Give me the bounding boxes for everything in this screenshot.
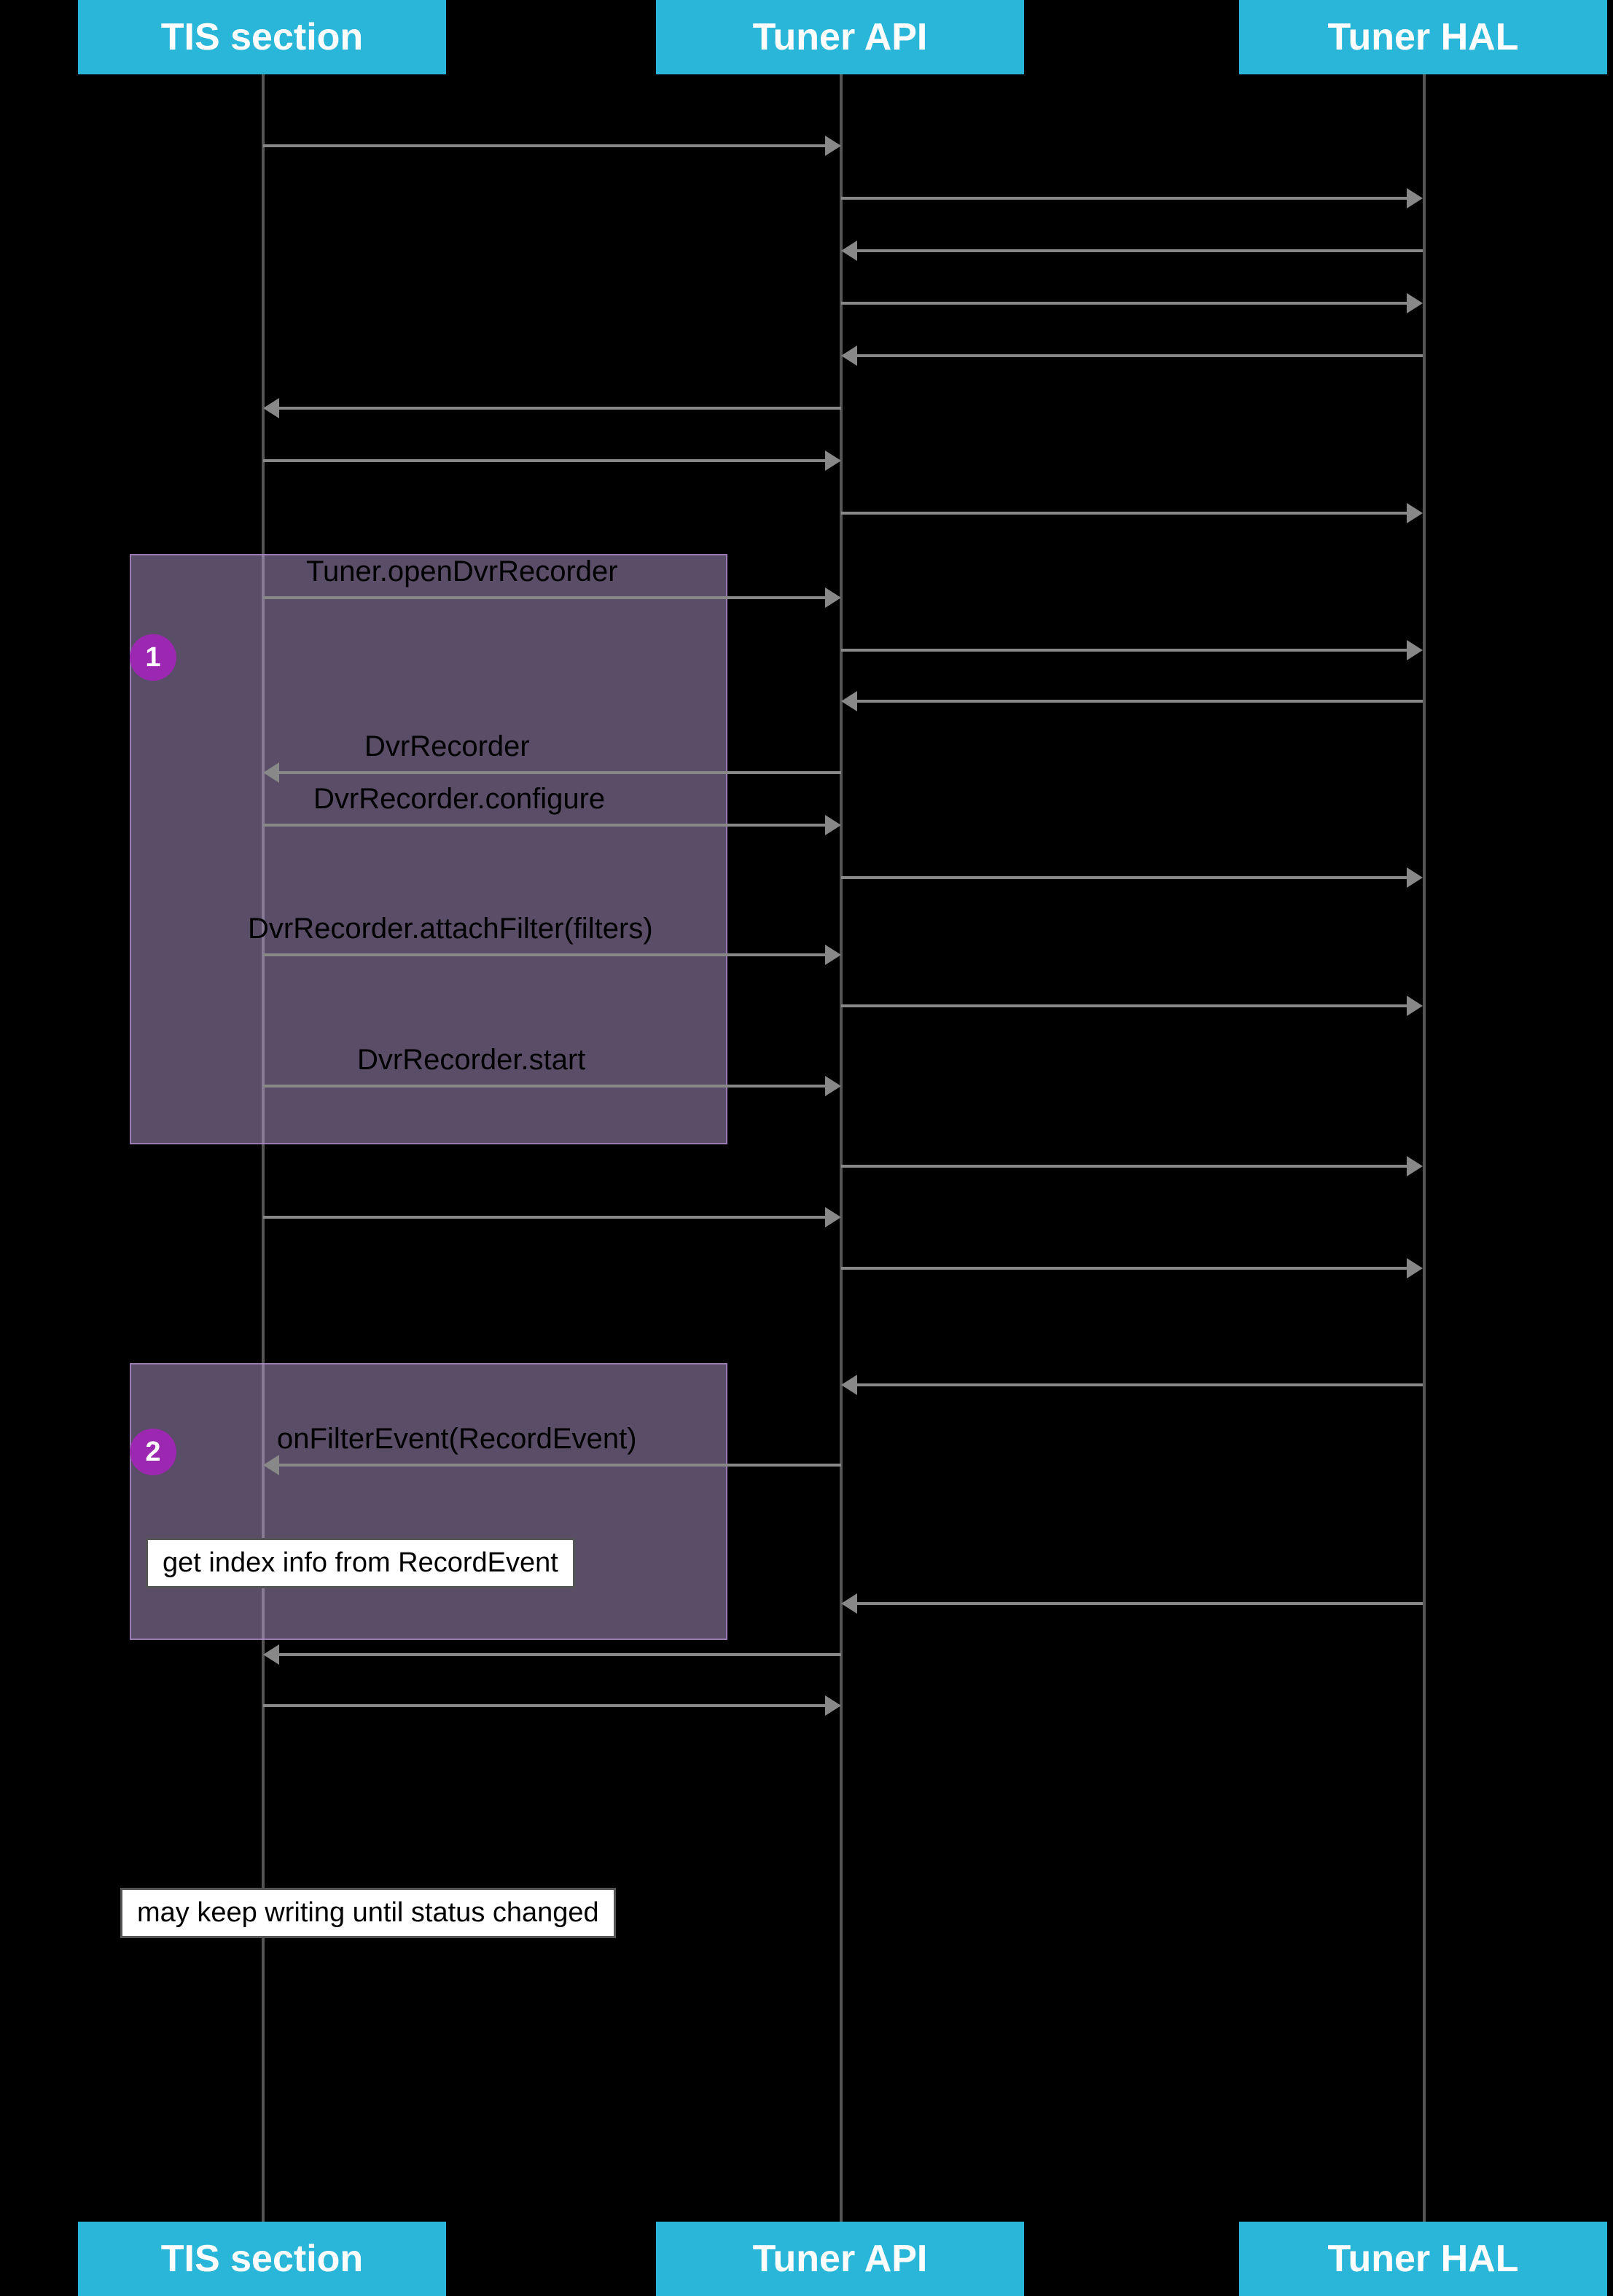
tuner-hal-label-top: Tuner HAL [1328,15,1519,59]
arrow-11 [841,700,1423,703]
tuner-api-lifeline [840,74,843,2222]
arrow-25 [263,1704,841,1707]
note-get-index: get index info from RecordEvent [146,1538,575,1588]
arrow-attach-filter [263,953,841,956]
tis-header-bottom: TIS section [78,2222,446,2296]
step-badge-1: 1 [130,634,176,681]
tuner-api-header-top: Tuner API [656,0,1024,74]
arrow-2 [841,197,1423,200]
arrow-18 [841,1165,1423,1168]
tuner-hal-header-top: Tuner HAL [1239,0,1607,74]
arrow-19 [263,1216,841,1219]
tuner-api-label-bottom: Tuner API [753,2237,928,2281]
arrow-24 [263,1653,841,1656]
arrow-open-dvr-recorder [263,596,841,599]
tis-label-bottom: TIS section [161,2237,363,2281]
arrow-start [263,1085,841,1088]
sequence-box-2 [130,1363,727,1640]
tis-label-top: TIS section [161,15,363,59]
arrow-16 [841,1004,1423,1007]
tis-header-top: TIS section [78,0,446,74]
arrow-4 [841,302,1423,305]
note-keep-writing: may keep writing until status changed [120,1888,616,1938]
arrow-configure-label: DvrRecorder.configure [313,783,605,816]
arrow-21 [841,1383,1423,1386]
tuner-hal-header-bottom: Tuner HAL [1239,2222,1607,2296]
arrow-7 [263,459,841,462]
tuner-api-label-top: Tuner API [753,15,928,59]
arrow-1 [263,144,841,147]
arrow-6 [263,407,841,410]
tuner-hal-lifeline [1423,74,1426,2222]
note-get-index-text: get index info from RecordEvent [163,1547,558,1578]
arrow-start-label: DvrRecorder.start [357,1044,585,1077]
arrow-14 [841,876,1423,879]
tuner-api-header-bottom: Tuner API [656,2222,1024,2296]
step-1-label: 1 [145,642,160,673]
arrow-on-filter-label: onFilterEvent(RecordEvent) [277,1423,637,1456]
arrow-dvr-recorder [263,771,841,774]
arrow-23 [841,1602,1423,1605]
step-2-label: 2 [145,1437,160,1468]
arrow-on-filter [263,1464,841,1467]
arrow-3 [841,249,1423,252]
arrow-attach-filter-label: DvrRecorder.attachFilter(filters) [248,913,653,945]
arrow-5 [841,354,1423,357]
arrow-open-dvr-label: Tuner.openDvrRecorder [306,555,618,588]
note-keep-writing-text: may keep writing until status changed [137,1897,599,1928]
arrow-configure [263,824,841,827]
arrow-8 [841,512,1423,515]
tuner-hal-label-bottom: Tuner HAL [1328,2237,1519,2281]
arrow-10 [841,649,1423,652]
arrow-dvr-recorder-label: DvrRecorder [364,730,530,763]
arrow-20 [841,1267,1423,1270]
step-badge-2: 2 [130,1429,176,1475]
